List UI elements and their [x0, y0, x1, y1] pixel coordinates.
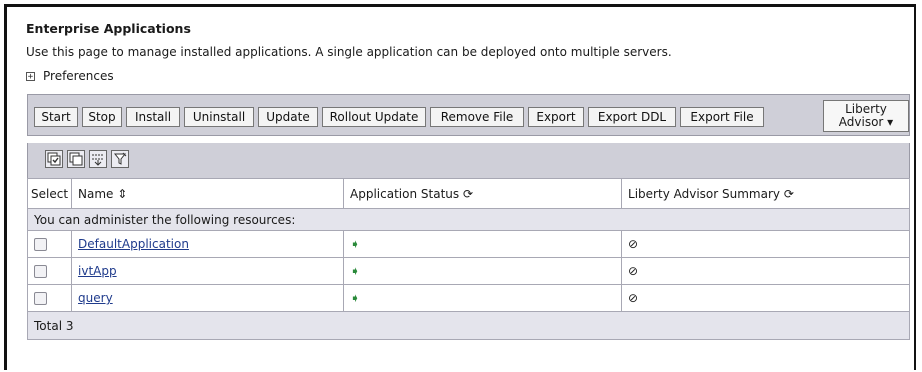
refresh-summary-icon[interactable]: ⟳	[784, 187, 794, 201]
status-cell: ➧	[343, 230, 623, 258]
row-checkbox[interactable]	[34, 292, 47, 305]
stop-button[interactable]: Stop	[82, 107, 122, 127]
select-all-icon[interactable]	[45, 150, 63, 168]
total-count: Total 3	[27, 311, 910, 340]
not-applicable-icon: ⊘	[628, 291, 639, 305]
name-column-header[interactable]: Name ⇕	[71, 178, 345, 209]
table-row: query ➧ ⊘	[26, 284, 910, 312]
page-description: Use this page to manage installed applic…	[26, 45, 672, 59]
expand-plus-icon[interactable]: +	[26, 71, 35, 81]
summary-cell: ⊘	[621, 284, 910, 312]
not-applicable-icon: ⊘	[628, 237, 639, 251]
status-cell: ➧	[343, 257, 623, 285]
app-link-defaultapplication[interactable]: DefaultApplication	[78, 237, 189, 251]
table-row: DefaultApplication ➧ ⊘	[26, 230, 910, 258]
deselect-all-icon[interactable]	[67, 150, 85, 168]
row-select-cell	[26, 257, 73, 285]
page-title: Enterprise Applications	[26, 21, 191, 36]
started-arrow-icon: ➧	[350, 264, 361, 278]
update-button[interactable]: Update	[258, 107, 318, 127]
row-select-cell	[26, 230, 73, 258]
summary-cell: ⊘	[621, 257, 910, 285]
row-checkbox[interactable]	[34, 238, 47, 251]
uninstall-button[interactable]: Uninstall	[184, 107, 254, 127]
export-file-button[interactable]: Export File	[680, 107, 764, 127]
liberty-advisor-label-line2: Advisor ▾	[838, 115, 894, 129]
applications-table: Select Name ⇕ Application Status ⟳ Liber…	[26, 178, 910, 340]
name-cell: ivtApp	[71, 257, 345, 285]
table-row: ivtApp ➧ ⊘	[26, 257, 910, 285]
summary-cell: ⊘	[621, 230, 910, 258]
table-icon-toolbar	[27, 143, 910, 178]
install-button[interactable]: Install	[126, 107, 180, 127]
select-column-header: Select	[26, 178, 73, 209]
status-cell: ➧	[343, 284, 623, 312]
preferences-label[interactable]: Preferences	[43, 69, 114, 83]
status-column-header[interactable]: Application Status ⟳	[343, 178, 623, 209]
table-header-row: Select Name ⇕ Application Status ⟳ Liber…	[26, 178, 910, 209]
export-ddl-button[interactable]: Export DDL	[588, 107, 676, 127]
name-cell: DefaultApplication	[71, 230, 345, 258]
row-select-cell	[26, 284, 73, 312]
started-arrow-icon: ➧	[350, 237, 361, 251]
app-link-query[interactable]: query	[78, 291, 113, 305]
start-button[interactable]: Start	[34, 107, 78, 127]
resources-notice-row: You can administer the following resourc…	[27, 208, 910, 231]
clear-filter-icon[interactable]	[111, 150, 129, 168]
not-applicable-icon: ⊘	[628, 264, 639, 278]
action-toolbar: Start Stop Install Uninstall Update Roll…	[27, 94, 910, 136]
started-arrow-icon: ➧	[350, 291, 361, 305]
resources-notice: You can administer the following resourc…	[27, 208, 910, 231]
total-row: Total 3	[27, 311, 910, 340]
row-checkbox[interactable]	[34, 265, 47, 278]
name-cell: query	[71, 284, 345, 312]
liberty-advisor-dropdown[interactable]: Liberty Advisor ▾	[823, 100, 909, 132]
rollout-update-button[interactable]: Rollout Update	[322, 107, 426, 127]
preferences-toggle[interactable]: + Preferences	[26, 69, 114, 83]
export-button[interactable]: Export	[528, 107, 584, 127]
app-link-ivtapp[interactable]: ivtApp	[78, 264, 117, 278]
remove-file-button[interactable]: Remove File	[430, 107, 524, 127]
show-filter-icon[interactable]	[89, 150, 107, 168]
summary-column-header[interactable]: Liberty Advisor Summary ⟳	[621, 178, 910, 209]
sort-arrows-icon[interactable]: ⇕	[117, 187, 127, 201]
refresh-status-icon[interactable]: ⟳	[463, 187, 473, 201]
